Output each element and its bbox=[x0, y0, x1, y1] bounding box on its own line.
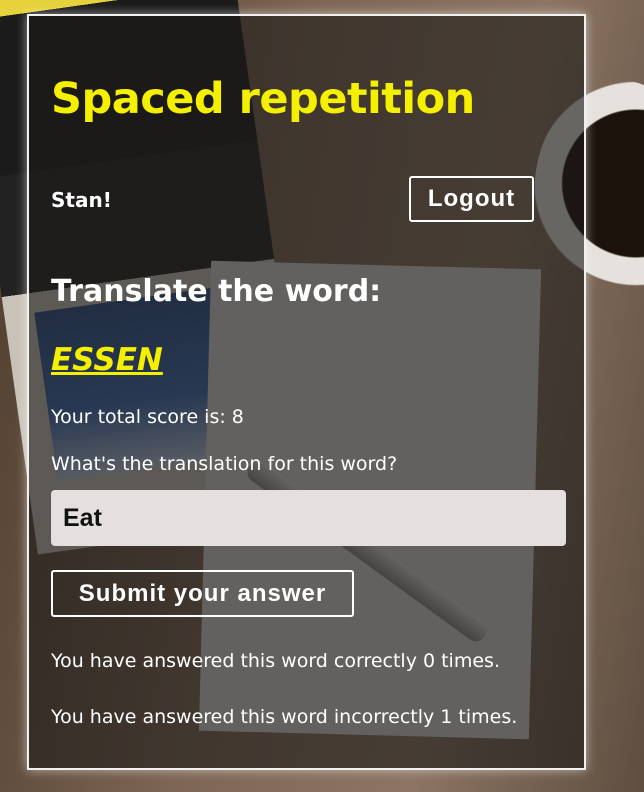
translate-prompt: Translate the word: bbox=[51, 274, 382, 309]
learning-card: Spaced repetition Stan! Logout Translate… bbox=[27, 14, 586, 770]
username: Stan! bbox=[51, 188, 112, 212]
total-score: Your total score is: 8 bbox=[51, 406, 244, 428]
logout-button[interactable]: Logout bbox=[409, 176, 534, 222]
submit-answer-button[interactable]: Submit your answer bbox=[51, 570, 354, 617]
app-title: Spaced repetition bbox=[51, 74, 475, 124]
answer-label: What's the translation for this word? bbox=[51, 453, 398, 475]
correct-count-text: You have answered this word correctly 0 … bbox=[51, 650, 500, 672]
incorrect-count-text: You have answered this word incorrectly … bbox=[51, 706, 518, 728]
answer-input[interactable] bbox=[51, 490, 566, 546]
word-to-translate: ESSEN bbox=[51, 342, 163, 378]
